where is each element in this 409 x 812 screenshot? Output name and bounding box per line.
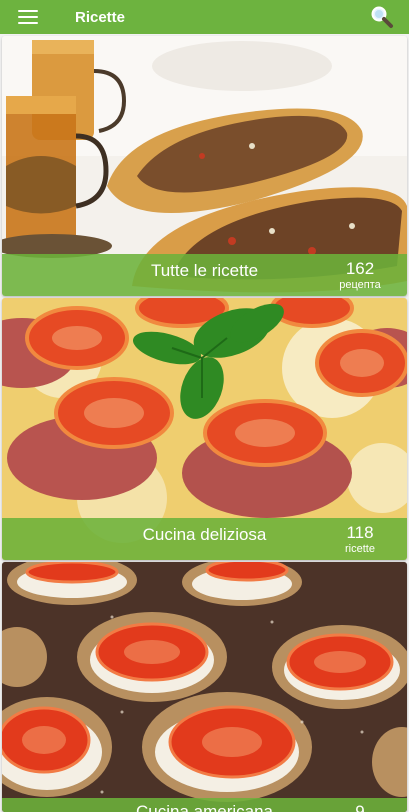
recipe-count: 118 <box>346 523 374 542</box>
recipe-count-unit: рецепта <box>339 279 381 291</box>
recipe-count: 9 <box>355 802 365 812</box>
search-button[interactable] <box>369 5 395 29</box>
category-card-delicious-cuisine[interactable]: Cucina deliziosa 118 ricette <box>2 298 407 560</box>
category-caption: Cucina deliziosa 118 ricette <box>2 518 407 560</box>
search-icon <box>371 6 393 28</box>
app-title: Ricette <box>75 9 126 26</box>
recipe-count: 162 <box>345 259 375 278</box>
mini-pizzas-tray-photo <box>2 562 407 812</box>
category-caption: Cucina americana 9 <box>2 798 407 812</box>
hamburger-menu-icon <box>18 10 38 24</box>
category-card-all-recipes[interactable]: Tutte le ricette 162 рецепта <box>2 36 407 296</box>
category-caption: Tutte le ricette 162 рецепта <box>2 254 407 296</box>
category-card-american-cuisine[interactable]: Cucina americana 9 <box>2 562 407 812</box>
recipe-count-unit: ricette <box>345 543 375 555</box>
app-bar: Ricette <box>0 0 409 34</box>
menu-button[interactable] <box>0 0 56 34</box>
